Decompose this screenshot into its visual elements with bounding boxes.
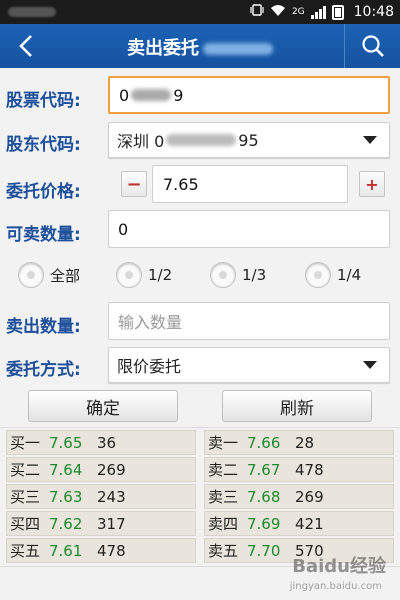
ask-price[interactable]: 7.68 bbox=[247, 488, 295, 506]
page-title: 卖出委托 bbox=[0, 34, 400, 60]
ratio-option-half[interactable]: 1/2 bbox=[116, 262, 172, 288]
ask-row: 卖三 7.68 269 bbox=[204, 484, 394, 509]
app-header: 卖出委托 bbox=[0, 24, 400, 68]
ask-label: 卖二 bbox=[208, 461, 239, 479]
stock-code-input[interactable]: 09 bbox=[108, 76, 390, 114]
status-bar-notification-blurred bbox=[8, 7, 56, 17]
page-title-blurred bbox=[203, 43, 273, 55]
price-value: 7.65 bbox=[163, 174, 199, 194]
holder-code-label: 股东代码: bbox=[6, 135, 81, 155]
order-type-select[interactable]: 限价委托 bbox=[108, 347, 390, 383]
ask-price[interactable]: 7.69 bbox=[247, 515, 295, 533]
ask-volume: 28 bbox=[295, 433, 315, 452]
radio-icon bbox=[210, 262, 236, 288]
bid-price[interactable]: 7.61 bbox=[49, 542, 97, 560]
stock-code-value-end: 9 bbox=[173, 85, 184, 105]
status-bar-icons: 2G 10:48 bbox=[250, 3, 394, 21]
order-type-value: 限价委托 bbox=[117, 357, 182, 376]
bid-price[interactable]: 7.65 bbox=[49, 434, 97, 452]
bid-volume: 317 bbox=[97, 514, 126, 533]
sellable-qty-field: 0 bbox=[108, 210, 390, 248]
bid-volume: 269 bbox=[97, 460, 126, 479]
bid-price[interactable]: 7.63 bbox=[49, 488, 97, 506]
ask-label: 卖四 bbox=[208, 515, 239, 533]
radio-icon bbox=[116, 262, 142, 288]
chevron-down-icon bbox=[363, 136, 377, 144]
watermark: Baidu经验 bbox=[292, 556, 386, 577]
price-label: 委托价格: bbox=[6, 182, 81, 202]
vibrate-icon bbox=[250, 3, 264, 21]
ask-price[interactable]: 7.67 bbox=[247, 461, 295, 479]
holder-code-select[interactable]: 深圳 0 95 bbox=[108, 122, 390, 158]
bid-label: 买三 bbox=[10, 488, 41, 506]
wifi-icon bbox=[270, 4, 286, 21]
ask-price[interactable]: 7.70 bbox=[247, 542, 295, 560]
ratio-option-label: 1/4 bbox=[337, 266, 362, 284]
signal-icon bbox=[310, 5, 326, 19]
ask-volume: 269 bbox=[295, 487, 324, 506]
price-decrease-button[interactable]: − bbox=[121, 171, 147, 197]
page-title-text: 卖出委托 bbox=[127, 38, 199, 59]
order-type-label: 委托方式: bbox=[6, 360, 81, 380]
sellable-qty-value: 0 bbox=[118, 219, 129, 239]
bid-row: 买二 7.64 269 bbox=[6, 457, 196, 482]
sell-qty-placeholder: 输入数量 bbox=[118, 313, 183, 332]
ask-volume: 478 bbox=[295, 460, 324, 479]
bid-row: 买一 7.65 36 bbox=[6, 430, 196, 455]
stock-code-label: 股票代码: bbox=[6, 91, 81, 111]
ratio-option-label: 1/2 bbox=[148, 266, 173, 284]
ask-row: 卖一 7.66 28 bbox=[204, 430, 394, 455]
radio-icon bbox=[18, 262, 44, 288]
stock-code-value-start: 0 bbox=[119, 85, 130, 105]
ask-label: 卖三 bbox=[208, 488, 239, 506]
battery-icon bbox=[331, 4, 344, 20]
ask-row: 卖二 7.67 478 bbox=[204, 457, 394, 482]
network-type: 2G bbox=[291, 7, 305, 17]
bid-row: 买五 7.61 478 bbox=[6, 538, 196, 563]
search-icon bbox=[361, 35, 384, 57]
chevron-down-icon bbox=[363, 361, 377, 369]
bid-volume: 243 bbox=[97, 487, 126, 506]
status-time: 10:48 bbox=[353, 4, 394, 20]
ask-label: 卖五 bbox=[208, 542, 239, 560]
ask-row: 卖四 7.69 421 bbox=[204, 511, 394, 536]
bid-price[interactable]: 7.64 bbox=[49, 461, 97, 479]
holder-code-value-end: 95 bbox=[238, 130, 259, 150]
ask-volume: 421 bbox=[295, 514, 324, 533]
ratio-option-label: 全部 bbox=[50, 266, 81, 285]
bid-label: 买五 bbox=[10, 542, 41, 560]
bid-label: 买一 bbox=[10, 434, 41, 452]
status-bar: 2G 10:48 bbox=[0, 0, 400, 24]
holder-code-blurred bbox=[166, 134, 237, 146]
ask-label: 卖一 bbox=[208, 434, 239, 452]
ratio-option-all[interactable]: 全部 bbox=[18, 262, 80, 288]
bid-row: 买四 7.62 317 bbox=[6, 511, 196, 536]
price-increase-button[interactable]: + bbox=[359, 171, 385, 197]
divider bbox=[0, 427, 400, 428]
bid-volume: 478 bbox=[97, 541, 126, 560]
search-button[interactable] bbox=[344, 24, 400, 68]
refresh-button[interactable]: 刷新 bbox=[222, 390, 372, 422]
stock-code-blurred bbox=[131, 89, 172, 101]
bid-row: 买三 7.63 243 bbox=[6, 484, 196, 509]
ratio-option-quarter[interactable]: 1/4 bbox=[305, 262, 361, 288]
ratio-option-third[interactable]: 1/3 bbox=[210, 262, 266, 288]
ask-price[interactable]: 7.66 bbox=[247, 434, 295, 452]
sellable-qty-label: 可卖数量: bbox=[6, 225, 81, 245]
sell-qty-input[interactable]: 输入数量 bbox=[108, 302, 390, 340]
watermark-url: jingyan.baidu.com bbox=[289, 581, 382, 592]
radio-icon bbox=[305, 262, 331, 288]
price-input[interactable]: 7.65 bbox=[152, 165, 348, 203]
bid-label: 买二 bbox=[10, 461, 41, 479]
ratio-option-label: 1/3 bbox=[242, 266, 267, 284]
bid-volume: 36 bbox=[97, 433, 117, 452]
confirm-button[interactable]: 确定 bbox=[28, 390, 178, 422]
sell-qty-label: 卖出数量: bbox=[6, 317, 81, 337]
bid-label: 买四 bbox=[10, 515, 41, 533]
bid-price[interactable]: 7.62 bbox=[49, 515, 97, 533]
holder-code-value-start: 深圳 0 bbox=[117, 132, 165, 151]
